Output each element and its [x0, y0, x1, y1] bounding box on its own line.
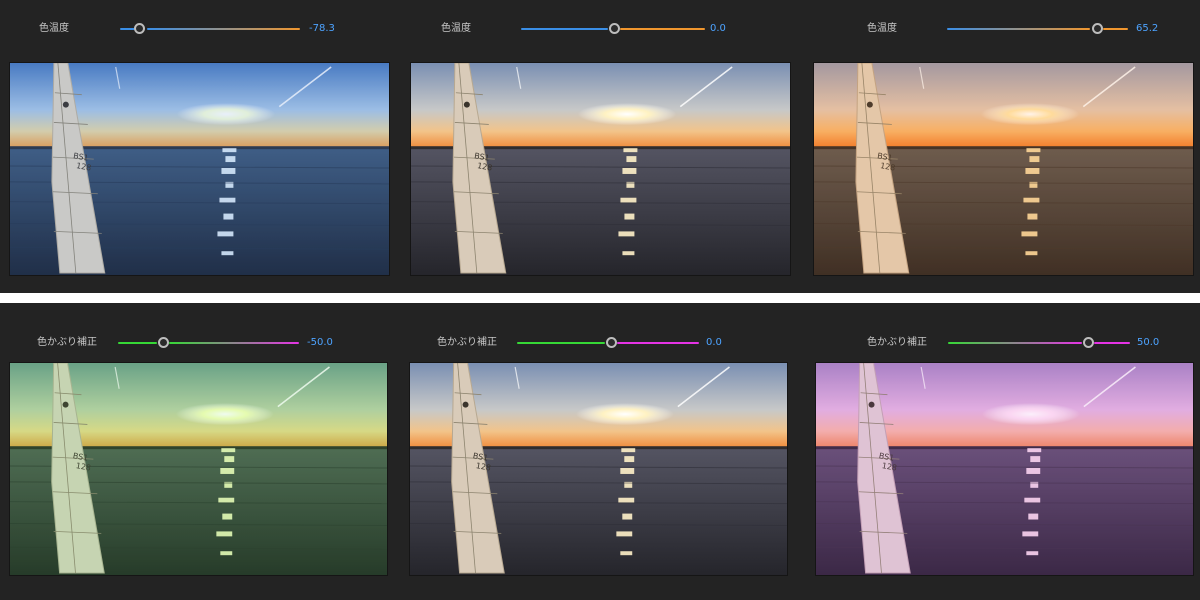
- slider-knob[interactable]: [1092, 23, 1103, 34]
- sunset-photo: BS1 128: [813, 62, 1194, 276]
- slider-knob[interactable]: [1083, 337, 1094, 348]
- sunset-image: BS1 128: [10, 363, 387, 575]
- slider-value[interactable]: 0.0: [710, 23, 726, 35]
- tint-row: 色かぶり補正 -50.0 BS1 128 色かぶり補正 0.0 BS1 128 …: [0, 303, 1200, 600]
- slider-track-left: [948, 342, 1082, 344]
- slider-track-left: [947, 28, 1090, 30]
- sunset-image: BS1 128: [814, 63, 1193, 275]
- panel-warm: 色温度 65.2 BS1 128: [813, 0, 1194, 290]
- slider-label: 色かぶり補正: [37, 337, 97, 348]
- slider-track-right: [1094, 342, 1130, 344]
- slider-label: 色温度: [867, 23, 897, 34]
- slider-value[interactable]: -50.0: [307, 337, 333, 349]
- tint-slider-control: 色かぶり補正 50.0: [815, 303, 1200, 348]
- slider-label: 色かぶり補正: [437, 337, 497, 348]
- slider-track-left: [521, 28, 608, 30]
- slider-value[interactable]: 0.0: [706, 337, 722, 349]
- tint-slider-control: 色かぶり補正 0.0: [409, 303, 809, 348]
- slider-track-right: [1103, 28, 1128, 30]
- sunset-photo: BS1 128: [815, 362, 1194, 576]
- panel-neutral-tint: 色かぶり補正 0.0 BS1 128: [409, 303, 789, 598]
- slider-label: 色温度: [441, 23, 471, 34]
- slider-track-left: [118, 342, 157, 344]
- slider-knob[interactable]: [134, 23, 145, 34]
- slider-label: 色温度: [39, 23, 69, 34]
- panel-cool: 色温度 -78.3 BS1 128: [9, 0, 390, 290]
- sunset-photo: BS1 128: [410, 62, 791, 276]
- sunset-image: BS1 128: [816, 363, 1193, 575]
- slider-track-left: [517, 342, 605, 344]
- temperature-slider-control: 色温度 65.2: [813, 0, 1200, 34]
- tint-slider-control: 色かぶり補正 -50.0: [9, 303, 409, 348]
- slider-track-right: [147, 28, 300, 30]
- temperature-slider-control: 色温度 0.0: [410, 0, 810, 34]
- sunset-image: BS1 128: [411, 63, 790, 275]
- slider-value[interactable]: 65.2: [1136, 23, 1158, 35]
- slider-track-right: [617, 342, 699, 344]
- slider-value[interactable]: 50.0: [1137, 337, 1159, 349]
- slider-knob[interactable]: [609, 23, 620, 34]
- panel-green: 色かぶり補正 -50.0 BS1 128: [9, 303, 389, 598]
- slider-track-right: [620, 28, 705, 30]
- temperature-slider-control: 色温度 -78.3: [9, 0, 409, 34]
- slider-label: 色かぶり補正: [867, 337, 927, 348]
- sunset-image: BS1 128: [410, 363, 787, 575]
- panel-neutral: 色温度 0.0 BS1 128: [410, 0, 791, 290]
- slider-knob[interactable]: [158, 337, 169, 348]
- panel-magenta: 色かぶり補正 50.0 BS1 128: [815, 303, 1195, 598]
- sunset-photo: BS1 128: [9, 362, 388, 576]
- slider-track-right: [169, 342, 299, 344]
- sunset-image: BS1 128: [10, 63, 389, 275]
- color-temperature-row: 色温度 -78.3 BS1 128 色温度 0.0 BS1 128 色温度 65…: [0, 0, 1200, 293]
- slider-value[interactable]: -78.3: [309, 23, 335, 35]
- sunset-photo: BS1 128: [409, 362, 788, 576]
- slider-knob[interactable]: [606, 337, 617, 348]
- sunset-photo: BS1 128: [9, 62, 390, 276]
